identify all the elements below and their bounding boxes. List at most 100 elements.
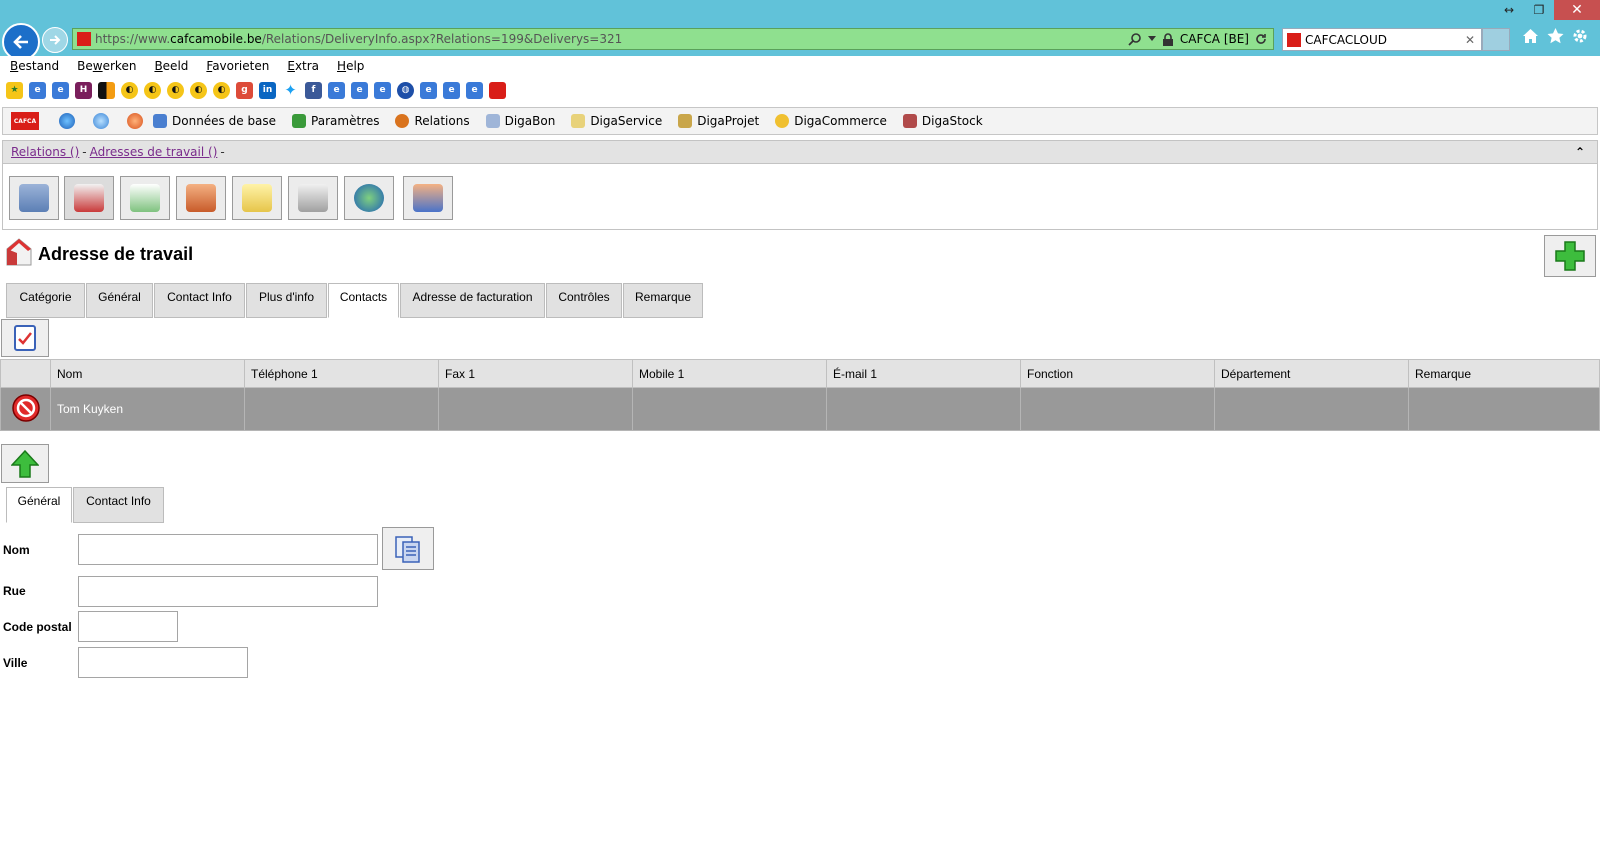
address-bar[interactable]: https://www.cafcamobile.be/Relations/Del… [72,28,1274,50]
forward-button[interactable] [42,27,68,53]
folder-button[interactable] [232,176,282,220]
sun-link-icon[interactable]: ◐ [167,81,184,99]
add-favorite-icon[interactable]: ★ [6,81,23,99]
subtab-contact-info[interactable]: Contact Info [73,487,164,523]
ie-link-icon[interactable]: e [420,81,437,99]
toolbar-digacommerce[interactable]: DigaCommerce [775,114,887,128]
delete-icon[interactable] [11,393,41,423]
tab-categorie[interactable]: Catégorie [6,283,85,318]
twitter-icon[interactable]: ✦ [282,81,299,99]
home-icon[interactable] [1522,28,1539,44]
column-header-telephone[interactable]: Téléphone 1 [244,359,439,388]
sun-link-icon[interactable]: ◐ [190,81,207,99]
sun-link-icon[interactable]: ◐ [213,81,230,99]
code-postal-input[interactable] [78,611,178,642]
google-plus-icon[interactable]: g [236,81,253,99]
delete-cell[interactable] [0,387,51,431]
menu-favorieten[interactable]: Favorieten [196,59,277,73]
address-button[interactable] [64,176,114,220]
contact-button[interactable] [176,176,226,220]
linkedin-icon[interactable]: in [259,81,276,99]
users-button[interactable] [403,176,453,220]
column-header-email[interactable]: É-mail 1 [826,359,1021,388]
column-header-fonction[interactable]: Fonction [1020,359,1215,388]
menu-help[interactable]: Help [327,59,372,73]
menu-extra[interactable]: Extra [277,59,327,73]
cafca-logo[interactable]: CAFCA [11,112,39,130]
breadcrumb-adresses-de-travail[interactable]: Adresses de travail () [90,145,218,159]
cell-nom: Tom Kuyken [50,387,245,431]
tab-controles[interactable]: Contrôles [546,283,622,318]
cell-fonction [1020,387,1215,431]
sun-link-icon[interactable]: ◐ [121,81,138,99]
toolbar-digaservice[interactable]: DigaService [571,114,662,128]
close-window-button[interactable]: ✕ [1554,0,1600,20]
tab-plus-d-info[interactable]: Plus d'info [246,283,327,318]
table-row[interactable]: Tom Kuyken [0,387,1600,431]
toolbar-digabon[interactable]: DigaBon [485,114,555,128]
tab-contact-info[interactable]: Contact Info [154,283,245,318]
column-header-nom[interactable]: Nom [50,359,245,388]
breadcrumb-relations[interactable]: Relations () [11,145,79,159]
search-icon[interactable] [1128,32,1142,46]
tab-contacts[interactable]: Contacts [328,283,399,318]
toolbar-digastock[interactable]: DigaStock [902,114,983,128]
ie-link-icon[interactable]: e [328,81,345,99]
browser-tab[interactable]: CAFCACLOUD ✕ [1282,28,1482,51]
sun-link-icon[interactable]: ◐ [144,81,161,99]
new-tab-button[interactable] [1482,28,1510,51]
checklist-button[interactable] [1,319,49,357]
user-icon[interactable] [127,113,143,129]
copy-button[interactable] [382,527,434,570]
ie-link-icon[interactable]: e [52,81,69,99]
web-button[interactable] [344,176,394,220]
company-button[interactable] [9,176,59,220]
email-button[interactable] [120,176,170,220]
dropdown-arrow-icon[interactable] [1147,36,1156,42]
globe-icon[interactable] [59,113,75,129]
menu-beeld[interactable]: Beeld [144,59,196,73]
menu-bewerken[interactable]: Bewerken [67,59,144,73]
arrow-right-icon [50,35,61,45]
nom-input[interactable] [78,534,378,565]
globe-link-icon[interactable]: ◍ [397,81,414,99]
column-header-departement[interactable]: Département [1214,359,1409,388]
toolbar-donnees-de-base[interactable]: Données de base [153,114,276,128]
menu-bestand[interactable]: Bestand [0,59,67,73]
url-text[interactable]: https://www.cafcamobile.be/Relations/Del… [95,32,622,46]
tab-remarque[interactable]: Remarque [623,283,703,318]
collapse-icon[interactable]: ⌃ [1575,145,1585,159]
rue-input[interactable] [78,576,378,607]
toolbar-digaprojet[interactable]: DigaProjet [678,114,759,128]
cafca-link-icon[interactable] [489,81,506,99]
ie-link-icon[interactable]: e [29,81,46,99]
tab-close-icon[interactable]: ✕ [1465,33,1475,47]
ie-link-icon[interactable]: e [443,81,460,99]
cell-mobile [632,387,827,431]
flag-link-icon[interactable] [98,81,115,99]
star-icon[interactable] [1547,28,1564,44]
move-up-button[interactable] [1,444,49,483]
toolbar-relations[interactable]: Relations [395,114,470,128]
column-header-mobile[interactable]: Mobile 1 [632,359,827,388]
column-header-fax[interactable]: Fax 1 [438,359,633,388]
ie-link-icon[interactable]: e [466,81,483,99]
column-header-remarque[interactable]: Remarque [1408,359,1600,388]
tab-adresse-de-facturation[interactable]: Adresse de facturation [400,283,545,318]
gear-icon[interactable] [1572,28,1588,44]
resize-icon[interactable]: ↔ [1494,0,1524,20]
sync-icon[interactable] [93,113,109,129]
no-documents-button[interactable] [288,176,338,220]
ie-link-icon[interactable]: e [374,81,391,99]
ie-link-icon[interactable]: e [351,81,368,99]
site-identity[interactable]: CAFCA [BE] [1180,32,1249,46]
h-link-icon[interactable]: H [75,81,92,99]
subtab-general[interactable]: Général [6,487,72,523]
tab-general[interactable]: Général [86,283,153,318]
ville-input[interactable] [78,647,248,678]
facebook-icon[interactable]: f [305,81,322,99]
toolbar-parametres[interactable]: Paramètres [292,114,379,128]
restore-icon[interactable]: ❐ [1524,0,1554,20]
refresh-icon[interactable] [1255,33,1267,45]
add-button[interactable] [1544,235,1596,277]
